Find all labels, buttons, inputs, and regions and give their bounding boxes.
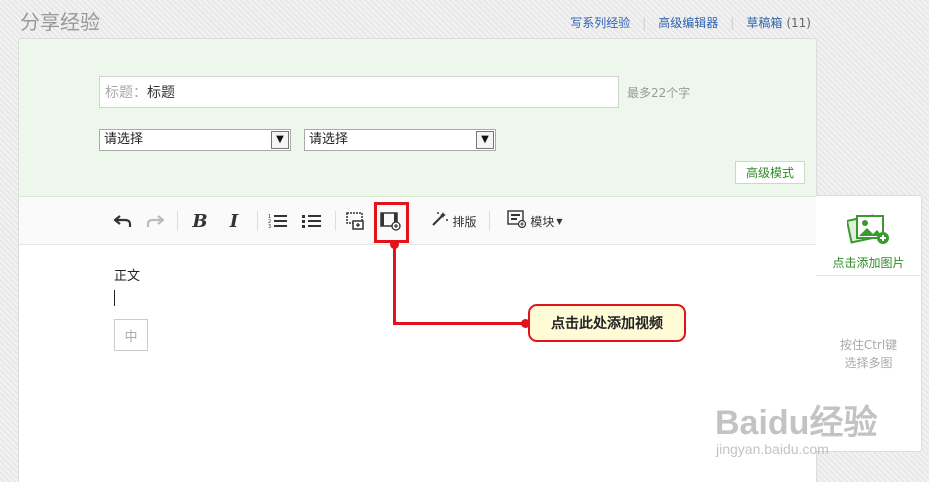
write-series-link[interactable]: 写系列经验 <box>570 14 630 31</box>
link-separator: | <box>642 15 647 30</box>
chevron-down-icon: ▼ <box>556 216 563 226</box>
title-value: 标题 <box>147 85 175 101</box>
title-hint: 最多22个字 <box>627 86 691 100</box>
watermark-url: jingyan.baidu.com <box>716 441 829 457</box>
add-image-button[interactable]: 点击添加图片 <box>816 196 921 276</box>
insert-block-icon[interactable] <box>345 210 369 232</box>
image-add-icon <box>845 212 891 250</box>
hint-line-2: 选择多图 <box>844 356 893 370</box>
meta-area: 标题： 标题 最多22个字 请选择 ▼ 请选择 ▼ 高级模式 <box>19 39 816 197</box>
redo-icon[interactable] <box>145 210 165 232</box>
magic-wand-icon <box>431 211 449 231</box>
category-select-1[interactable]: 请选择 ▼ <box>99 129 291 151</box>
svg-text:3: 3 <box>268 224 271 229</box>
annotation-callout: 点击此处添加视频 <box>528 304 686 342</box>
annotation-line <box>393 322 526 325</box>
chinese-input-button[interactable]: 中 <box>114 319 148 351</box>
chevron-down-icon[interactable]: ▼ <box>271 131 289 149</box>
annotation-line <box>393 244 396 325</box>
hint-line-1: 按住Ctrl键 <box>839 338 898 352</box>
chevron-down-icon[interactable]: ▼ <box>476 131 494 149</box>
toolbar-divider <box>257 211 258 231</box>
editor-card: 标题： 标题 最多22个字 请选择 ▼ 请选择 ▼ 高级模式 B I 123 排… <box>18 38 817 482</box>
top-links: 写系列经验 | 高级编辑器 | 草稿箱 (11) <box>570 14 811 31</box>
bold-icon[interactable]: B <box>189 210 211 232</box>
layout-label: 排版 <box>452 214 477 229</box>
undo-icon[interactable] <box>113 210 133 232</box>
add-image-label: 点击添加图片 <box>832 256 905 270</box>
text-cursor <box>114 290 115 306</box>
category-select-2[interactable]: 请选择 ▼ <box>304 129 496 151</box>
page-title: 分享经验 <box>20 10 100 34</box>
advanced-editor-link[interactable]: 高级编辑器 <box>658 14 718 31</box>
toolbar-divider <box>177 211 178 231</box>
editor-toolbar: B I 123 排版 模块 ▼ <box>19 197 816 245</box>
ordered-list-icon[interactable]: 123 <box>267 210 289 232</box>
layout-button[interactable]: 排版 <box>429 210 479 232</box>
unordered-list-icon[interactable] <box>301 210 323 232</box>
drafts-link[interactable]: 草稿箱 <box>746 14 782 31</box>
select-value: 请选择 <box>309 132 349 147</box>
module-icon <box>507 210 527 232</box>
toolbar-divider <box>489 211 490 231</box>
editor-content[interactable]: 正文 <box>114 265 140 284</box>
title-input[interactable]: 标题： 标题 <box>99 76 619 108</box>
advanced-mode-button[interactable]: 高级模式 <box>735 161 805 184</box>
module-label: 模块 <box>530 214 555 229</box>
toolbar-divider <box>335 211 336 231</box>
baidu-watermark: Baidu经验 <box>715 404 878 442</box>
italic-icon[interactable]: I <box>223 210 245 232</box>
select-value: 请选择 <box>104 132 144 147</box>
title-prefix: 标题： <box>105 85 147 101</box>
link-separator: | <box>730 15 735 30</box>
module-button[interactable]: 模块 ▼ <box>503 210 567 232</box>
drafts-count: (11) <box>786 15 811 30</box>
video-button-highlight <box>374 202 409 243</box>
multi-select-hint: 按住Ctrl键 选择多图 <box>816 336 921 372</box>
